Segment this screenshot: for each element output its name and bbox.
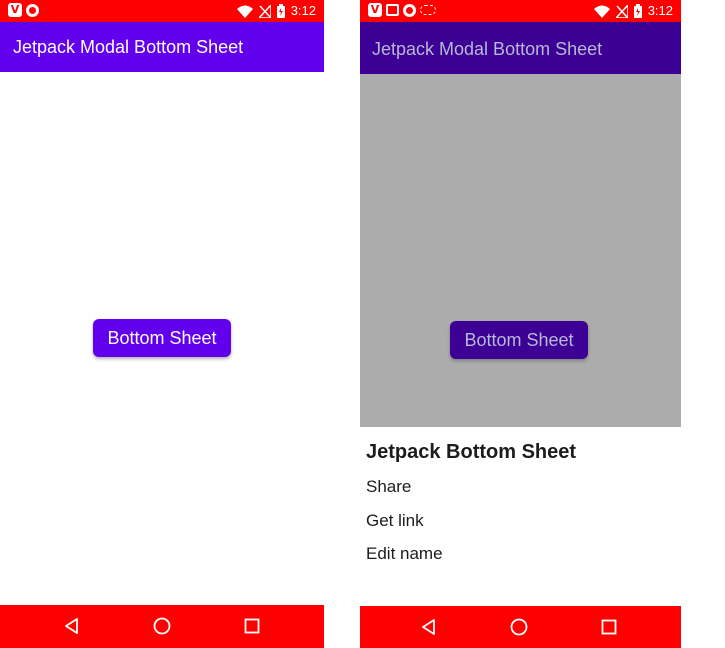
notification-ring-icon: [403, 3, 416, 17]
modal-bottom-sheet: Jetpack Bottom Sheet Share Get link Edit…: [360, 427, 681, 606]
scrim-overlay[interactable]: Bottom Sheet: [360, 74, 681, 427]
cloud-sync-icon: [420, 5, 436, 15]
no-signal-icon: [258, 4, 271, 18]
page-title: Jetpack Modal Bottom Sheet: [13, 37, 244, 57]
navigation-bar: [360, 606, 681, 648]
clock: 3:12: [647, 3, 673, 18]
clock: 3:12: [290, 3, 316, 18]
no-signal-icon: [615, 4, 628, 18]
right-phone-screen: V 3:12 Jetpack Modal Bottom Sheet Bottom…: [360, 0, 681, 648]
page-title: Jetpack Modal Bottom Sheet: [372, 39, 603, 59]
bottom-sheet-button[interactable]: Bottom Sheet: [450, 321, 588, 359]
sheet-title: Jetpack Bottom Sheet: [366, 441, 577, 463]
recents-icon[interactable]: [599, 617, 619, 637]
battery-icon: [633, 4, 642, 18]
notification-ring-icon: [26, 3, 39, 17]
navigation-bar: [0, 605, 324, 648]
vivaldi-icon: V: [8, 3, 22, 17]
back-icon[interactable]: [62, 616, 82, 636]
status-bar: V 3:12: [360, 0, 681, 22]
sheet-item-share[interactable]: Share: [366, 477, 411, 497]
main-content: Bottom Sheet: [0, 72, 324, 605]
back-icon[interactable]: [419, 617, 439, 637]
app-bar: Jetpack Modal Bottom Sheet: [360, 22, 681, 74]
recents-icon[interactable]: [242, 616, 262, 636]
home-icon[interactable]: [152, 616, 172, 636]
vivaldi-icon: V: [368, 3, 382, 17]
image-icon: [386, 4, 399, 16]
wifi-icon: [236, 5, 253, 18]
home-icon[interactable]: [509, 617, 529, 637]
sheet-item-edit-name[interactable]: Edit name: [366, 544, 443, 564]
sheet-item-get-link[interactable]: Get link: [366, 511, 424, 531]
wifi-icon: [593, 5, 610, 18]
battery-icon: [276, 4, 285, 18]
app-bar: Jetpack Modal Bottom Sheet: [0, 22, 324, 72]
status-bar: V 3:12: [0, 0, 324, 22]
left-phone-screen: V 3:12 Jetpack Modal Bottom Sheet Bottom…: [0, 0, 324, 648]
bottom-sheet-button[interactable]: Bottom Sheet: [93, 319, 231, 357]
